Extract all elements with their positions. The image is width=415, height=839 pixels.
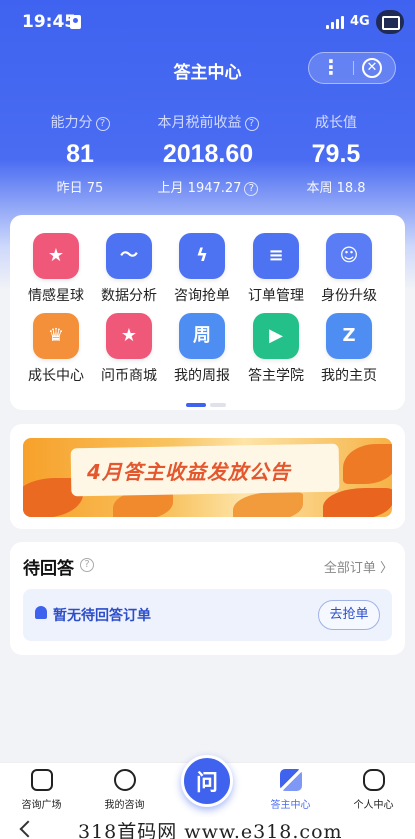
status-time: 19:45 bbox=[22, 12, 77, 32]
announcement-banner[interactable]: 4月答主收益发放公告 bbox=[23, 438, 392, 517]
grid-item-label: 身份升级 bbox=[321, 288, 377, 304]
capsule-divider bbox=[353, 61, 354, 75]
chat-icon bbox=[113, 769, 136, 791]
ask-button[interactable]: 问 bbox=[181, 755, 233, 807]
grid-item[interactable]: ▶ 答主学院 bbox=[237, 313, 315, 385]
stat-value: 81 bbox=[66, 140, 94, 168]
pending-card: 待回答 ? 全部订单 〉 暂无待回答订单 去抢单 bbox=[10, 542, 405, 655]
sim-icon bbox=[70, 15, 81, 29]
grid-item[interactable]: ★ 情感星球 bbox=[17, 233, 95, 305]
mini-program-capsule: ⋮ ✕ bbox=[308, 52, 396, 84]
icon-glyph: 周 bbox=[193, 325, 211, 346]
planet-heart-icon: ★ bbox=[33, 233, 79, 279]
icon-glyph: ★ bbox=[47, 245, 65, 266]
icon-glyph: ▶ bbox=[269, 325, 283, 346]
stat-growth[interactable]: 成长值 79.5 本周 18.8 bbox=[296, 112, 376, 196]
tab-label: 我的咨询 bbox=[104, 800, 145, 811]
grab-order-button[interactable]: 去抢单 bbox=[318, 600, 380, 630]
help-icon[interactable]: ? bbox=[244, 117, 259, 131]
grid-item-label: 订单管理 bbox=[248, 288, 304, 304]
tab-label: 个人中心 bbox=[353, 800, 394, 811]
lightning-icon: ϟ bbox=[179, 233, 225, 279]
profile-icon bbox=[362, 769, 385, 791]
more-icon[interactable]: ⋮ bbox=[309, 53, 353, 83]
shop-star-icon: ★ bbox=[106, 313, 152, 359]
icon-glyph: ☺ bbox=[339, 245, 359, 266]
banner-title: 4月答主收益发放公告 bbox=[87, 460, 291, 484]
watermark: 318首码网 www.e318.com bbox=[78, 821, 343, 839]
grid-item[interactable]: 〜数据分析 bbox=[90, 233, 168, 305]
calendar-icon: 周 bbox=[179, 313, 225, 359]
stat-sub: 上月 1947.27? bbox=[148, 177, 268, 196]
crown-icon: ♛ bbox=[33, 313, 79, 359]
tab-consult-square[interactable]: 咨询广场 bbox=[0, 763, 83, 811]
document-icon: ≡ bbox=[253, 233, 299, 279]
help-icon[interactable]: ? bbox=[95, 117, 110, 131]
bell-icon bbox=[35, 606, 47, 619]
battery-icon bbox=[376, 10, 404, 34]
network-label: 4G bbox=[350, 14, 370, 29]
stat-value: 2018.60 bbox=[162, 140, 254, 168]
tab-answerer-center[interactable]: 答主中心 bbox=[249, 763, 332, 811]
leaf-decoration bbox=[323, 488, 392, 517]
home-icon bbox=[30, 769, 53, 791]
stat-label: 能力分? bbox=[40, 112, 120, 132]
tab-personal-center[interactable]: 个人中心 bbox=[332, 763, 415, 811]
stat-ability[interactable]: 能力分? 81 昨日 75 bbox=[40, 112, 120, 196]
pending-empty-text: 暂无待回答订单 bbox=[53, 608, 151, 624]
leaf-decoration bbox=[233, 492, 303, 517]
play-book-icon: ▶ bbox=[253, 313, 299, 359]
grid-item[interactable]: 周我的周报 bbox=[163, 313, 241, 385]
grid-item-label: 成长中心 bbox=[28, 368, 84, 384]
banner-card: 4月答主收益发放公告 bbox=[10, 424, 405, 529]
icon-glyph: ϟ bbox=[196, 245, 208, 266]
status-bar: 19:45 4G bbox=[0, 0, 415, 44]
icon-glyph: ♛ bbox=[47, 325, 65, 346]
help-icon[interactable]: ? bbox=[244, 182, 259, 196]
grid-item[interactable]: ≡ 订单管理 bbox=[237, 233, 315, 305]
all-orders-link[interactable]: 全部订单 〉 bbox=[324, 557, 393, 576]
grid-item-label: 我的主页 bbox=[321, 368, 377, 384]
icon-glyph: Z bbox=[342, 325, 356, 346]
signal-icon bbox=[326, 16, 346, 29]
tab-label: 答主中心 bbox=[270, 800, 311, 811]
grid-item[interactable]: ☺ 身份升级 bbox=[310, 233, 388, 305]
grid-item-label: 我的周报 bbox=[174, 368, 230, 384]
grid-item-label: 数据分析 bbox=[101, 288, 157, 304]
back-arrow-icon[interactable] bbox=[19, 820, 37, 838]
grid-item[interactable]: ★ 问币商城 bbox=[90, 313, 168, 385]
pending-empty-box: 暂无待回答订单 去抢单 bbox=[23, 589, 392, 641]
stat-value: 79.5 bbox=[311, 140, 361, 168]
grid-item[interactable]: ϟ 咨询抢单 bbox=[163, 233, 241, 305]
grid-item-label: 情感星球 bbox=[28, 288, 84, 304]
grid-icon bbox=[279, 769, 302, 791]
stat-sub: 本周 18.8 bbox=[306, 181, 366, 196]
stat-label: 成长值 bbox=[315, 115, 357, 131]
grid-item-label: 问币商城 bbox=[101, 368, 157, 384]
icon-glyph: ≡ bbox=[268, 245, 284, 266]
home-profile-icon: Z bbox=[326, 313, 372, 359]
stat-label: 本月税前收益? bbox=[148, 112, 268, 132]
close-icon[interactable]: ✕ bbox=[362, 58, 382, 78]
chart-icon: 〜 bbox=[106, 233, 152, 279]
grid-item[interactable]: Z 我的主页 bbox=[310, 313, 388, 385]
stat-sub: 昨日 75 bbox=[56, 181, 104, 196]
bottom-strip: 318首码网 www.e318.com bbox=[0, 817, 415, 839]
icon-glyph: 〜 bbox=[120, 245, 138, 266]
icon-glyph: ★ bbox=[120, 325, 138, 346]
leaf-decoration bbox=[343, 444, 392, 484]
grid-item-label: 答主学院 bbox=[248, 368, 304, 384]
pending-title: 待回答 bbox=[23, 559, 74, 579]
help-icon[interactable]: ? bbox=[80, 558, 94, 572]
function-grid: ★ 情感星球〜数据分析 ϟ 咨询抢单 ≡ 订单管理 ☺ 身份升级 ♛ 成长中心 ★ 问币商城周我的周报… bbox=[10, 215, 405, 410]
grid-item[interactable]: ♛ 成长中心 bbox=[17, 313, 95, 385]
tab-label: 咨询广场 bbox=[21, 800, 62, 811]
user-upgrade-icon: ☺ bbox=[326, 233, 372, 279]
page-indicator bbox=[186, 392, 230, 411]
tab-my-consult[interactable]: 我的咨询 bbox=[83, 763, 166, 811]
grid-item-label: 咨询抢单 bbox=[174, 288, 230, 304]
stat-income[interactable]: 本月税前收益? 2018.60 上月 1947.27? bbox=[148, 112, 268, 196]
